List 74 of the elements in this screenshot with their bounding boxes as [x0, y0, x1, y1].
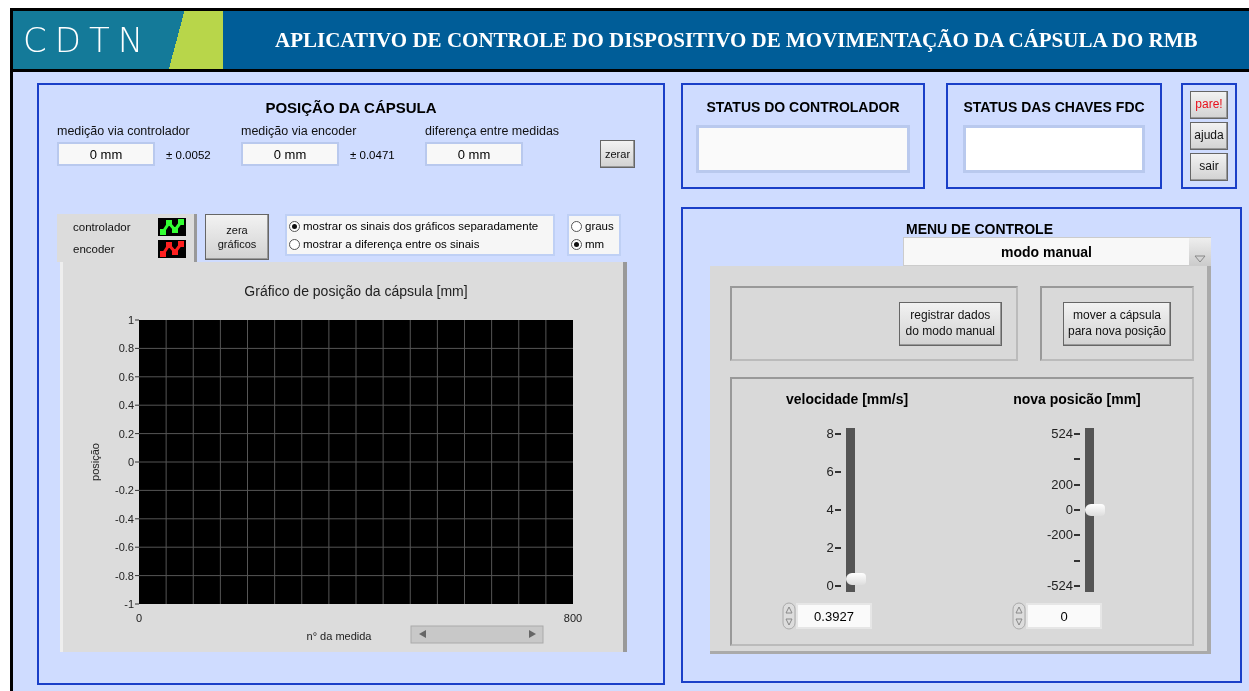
tick-mark — [1074, 458, 1080, 461]
x-tick-label: 0 — [135, 612, 143, 624]
slider-tick-label: 524 — [1051, 428, 1073, 440]
reset-button[interactable]: zerar — [600, 140, 636, 168]
slider-tick-label: 200 — [1051, 478, 1073, 491]
move-button[interactable]: mover a cápsula para nova posição — [1062, 301, 1172, 346]
record-button[interactable]: registrar dados do modo manual — [898, 301, 1002, 346]
y-tick-label: -0.6 — [115, 541, 134, 554]
y-axis-label: posição — [89, 443, 101, 481]
app-title: APLICATIVO DE CONTROLE DO DISPOSITIVO DE MOVIMENTAÇÃO DA CÁPSULA DO RMB — [275, 27, 1198, 53]
y-tick-label: -0.2 — [115, 484, 134, 497]
side-button[interactable]: pare! — [1190, 91, 1228, 119]
numeric-field[interactable]: 0 — [1026, 603, 1102, 629]
tick-mark — [834, 585, 841, 587]
radio-option[interactable]: mm — [571, 236, 617, 252]
y-tick-label: 0.8 — [118, 342, 134, 355]
measurement-value: 0 mm — [425, 142, 523, 166]
y-tick-label: 0 — [127, 456, 134, 468]
measurement-label: medição via controlador — [57, 124, 190, 138]
y-tick-label: 0.6 — [118, 370, 134, 383]
tick-mark — [1074, 559, 1080, 562]
side-button[interactable]: sair — [1190, 153, 1228, 181]
slider-title: velocidade [mm/s] — [785, 391, 909, 407]
logo: CDTN — [13, 11, 223, 69]
slider-tick-label: 0 — [826, 580, 834, 592]
slider-tick-label: -524 — [1047, 579, 1073, 592]
measurement-label: diferença entre medidas — [425, 124, 560, 138]
slider-tick-label: -200 — [1047, 529, 1073, 542]
measurement-value: 0 mm — [57, 142, 155, 166]
x-axis-label: n° da medida — [306, 630, 372, 642]
slider-tick-label: 2 — [826, 542, 834, 554]
legend-label: controlador — [73, 221, 131, 233]
panel-title: POSIÇÃO DA CÁPSULA — [264, 99, 438, 116]
panel-title: STATUS DO CONTROLADOR — [706, 99, 900, 115]
radio-option[interactable]: mostrar a diferença entre os sinais — [289, 236, 551, 252]
y-tick-label: 0.4 — [118, 399, 134, 412]
horizontal-scrollbar[interactable] — [410, 625, 544, 644]
dropdown-arrow-icon — [1194, 255, 1206, 263]
slider-thumb[interactable] — [845, 572, 866, 585]
slider-title: nova posicão [mm] — [1013, 391, 1141, 407]
side-button[interactable]: ajuda — [1190, 122, 1228, 150]
tick-mark — [834, 547, 841, 549]
tolerance-text: ± 0.0052 — [166, 149, 212, 163]
measurement-label: medição via encoder — [241, 124, 357, 138]
tick-mark — [834, 509, 841, 511]
panel-title: STATUS DAS CHAVES FDC — [963, 99, 1145, 115]
numeric-field[interactable]: 0.3927 — [796, 603, 872, 629]
reset-graphs-button[interactable]: zera gráficos — [205, 214, 269, 260]
x-tick-label: 800 — [563, 612, 583, 624]
slider-tick-label: 4 — [826, 504, 834, 516]
y-tick-label: -0.4 — [115, 512, 134, 525]
slider-tick-label: 8 — [826, 428, 834, 440]
radio-option[interactable]: mostrar os sinais dos gráficos separadamente — [289, 218, 551, 234]
tick-mark — [1074, 433, 1080, 435]
y-tick-label: 0.2 — [118, 427, 134, 440]
legend-label: encoder — [73, 243, 115, 255]
slider-tick-label: 6 — [826, 466, 834, 478]
measurement-value: 0 mm — [241, 142, 339, 166]
tick-mark — [1074, 509, 1080, 511]
y-tick-label: -0.8 — [115, 569, 134, 582]
chart-title: Gráfico de posição da cápsula [mm] — [244, 283, 468, 299]
y-tick-label: 1 — [127, 314, 134, 326]
tick-mark — [834, 433, 841, 435]
tick-mark — [834, 471, 841, 473]
tolerance-text: ± 0.0471 — [350, 149, 396, 163]
tick-mark — [1074, 584, 1080, 587]
slider-thumb[interactable] — [1085, 504, 1105, 516]
radio-option[interactable]: graus — [571, 218, 617, 234]
tick-mark — [1074, 534, 1080, 537]
slider-tick-label: 0 — [1065, 504, 1073, 516]
mode-dropdown[interactable]: modo manual — [903, 237, 1211, 266]
y-tick-label: -1 — [124, 598, 134, 610]
panel-title: MENU DE CONTROLE — [906, 221, 1054, 237]
tick-mark — [1074, 483, 1080, 486]
